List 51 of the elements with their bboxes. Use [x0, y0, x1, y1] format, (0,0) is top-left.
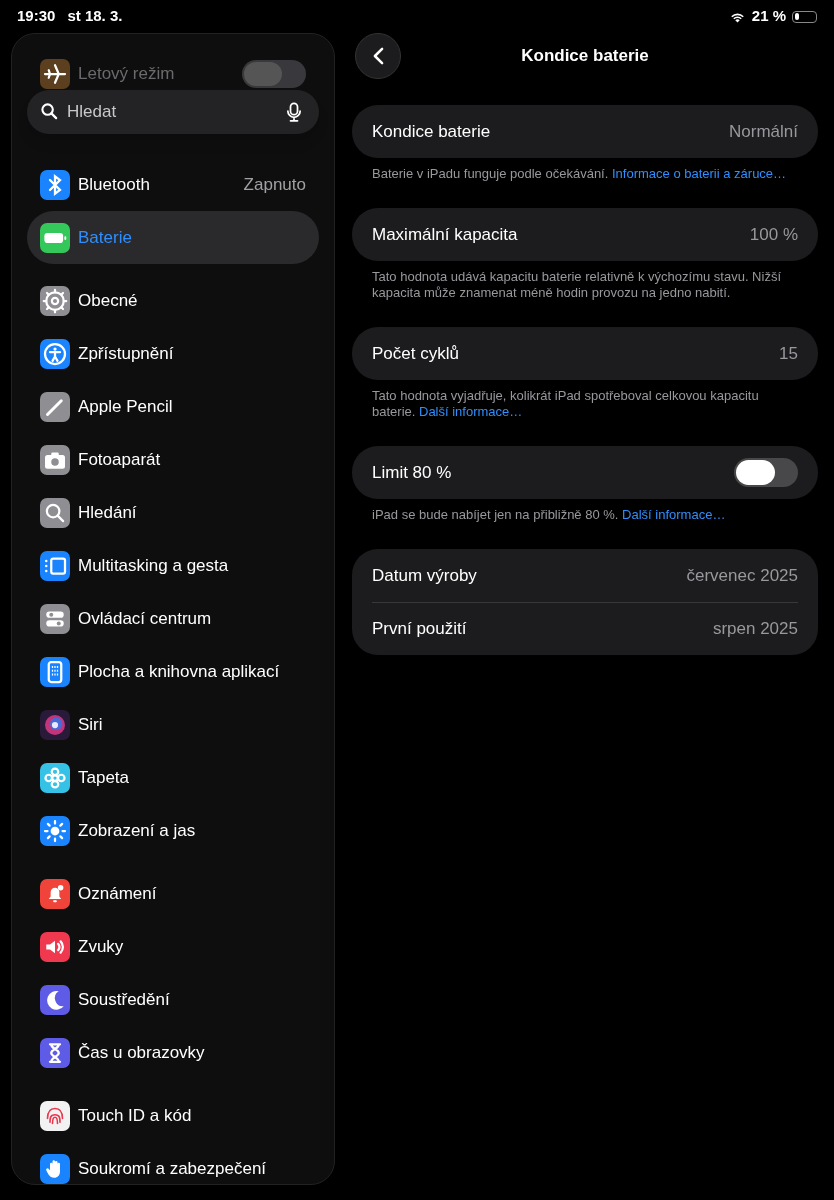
row-value: Normální [729, 120, 798, 143]
battery-icon [792, 10, 817, 23]
sidebar-item[interactable]: Plocha a knihovna aplikací [27, 645, 319, 698]
sidebar-item[interactable]: Oznámení [27, 867, 319, 920]
status-date: st 18. 3. [67, 6, 123, 27]
sidebar-item[interactable]: Tapeta [27, 751, 319, 804]
status-time: 19:30 [17, 6, 56, 27]
row-value: 100 % [749, 223, 798, 246]
search-icon [40, 102, 59, 121]
toggle-switch[interactable] [242, 60, 306, 88]
footer-note: Tato hodnota vyjadřuje, kolikrát iPad spotřeboval celkovou kapacitu baterie. Další informace… [371, 387, 760, 420]
row-value: srpen 2025 [712, 618, 798, 641]
sidebar-item[interactable]: Baterie [27, 211, 319, 264]
row-value: 15 [779, 342, 798, 365]
sidebar-item[interactable]: Hledání [27, 486, 319, 539]
back-button[interactable] [355, 33, 401, 79]
page-title: Kondice baterie [521, 45, 649, 68]
sidebar-item[interactable]: Zobrazení a jas [27, 804, 319, 857]
sidebar-item[interactable]: Siri [27, 698, 319, 751]
row-label: Limit 80 % [372, 461, 452, 484]
sidebar-item[interactable]: Apple Pencil [27, 380, 319, 433]
microphone-icon[interactable] [287, 102, 301, 122]
item-value: Zapnuto [243, 173, 306, 196]
sidebar-item[interactable]: Soustředění [27, 973, 319, 1026]
row-label: Počet cyklů [372, 342, 459, 365]
sidebar-item[interactable]: Ovládací centrum [27, 592, 319, 645]
info-link[interactable]: Informace o baterii a záruce… [611, 166, 787, 181]
row-label: Kondice baterie [372, 120, 491, 143]
chevron-left-icon [372, 47, 384, 65]
battery-percent: 21 % [751, 6, 786, 27]
sidebar-item[interactable]: Fotoaparát [27, 433, 319, 486]
footer-note: Tato hodnota udává kapacitu baterie relativně k výchozímu stavu. Nižší kapacita může znamenat méně hodin provozu na jedno nabití. [371, 268, 782, 301]
sidebar-item[interactable]: Čas u obrazovky [27, 1026, 319, 1079]
sidebar-item[interactable]: Letový režim [27, 59, 319, 89]
row-value: červenec 2025 [686, 564, 798, 587]
row-label: První použití [372, 618, 467, 641]
row-label: Maximální kapacita [372, 223, 518, 246]
sidebar-item[interactable]: Touch ID a kód [27, 1089, 319, 1142]
footer-note: Baterie v iPadu funguje podle očekávání. Informace o baterii a záruce… [371, 165, 788, 182]
sidebar-item[interactable]: Zpřístupnění [27, 327, 319, 380]
sidebar-item[interactable]: Multitasking a gesta [27, 539, 319, 592]
sidebar-item[interactable]: Obecné [27, 274, 319, 327]
info-link[interactable]: Další informace… [419, 404, 523, 419]
search-field[interactable]: Hledat [27, 90, 319, 134]
toggle-switch[interactable] [734, 458, 798, 487]
sidebar-item[interactable]: Bluetooth Zapnuto [27, 158, 319, 211]
row-label: Datum výroby [372, 564, 477, 587]
footer-note: iPad se bude nabíjet jen na přibližně 80 %. Další informace… [371, 506, 727, 523]
sidebar-item[interactable]: Soukromí a zabezpečení [27, 1142, 319, 1184]
info-link[interactable]: Další informace… [622, 507, 726, 522]
sidebar-item[interactable]: Zvuky [27, 920, 319, 973]
